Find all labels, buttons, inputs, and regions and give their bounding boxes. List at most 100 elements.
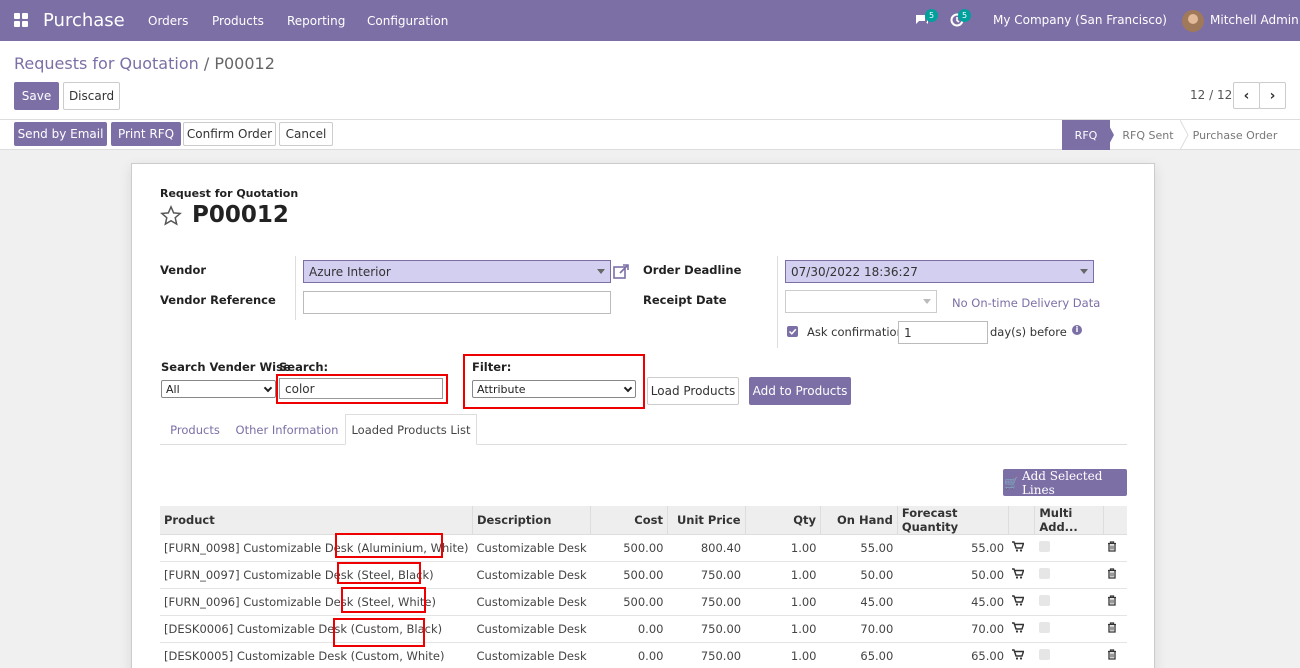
add-selected-lines-label: Add Selected Lines xyxy=(1021,468,1103,497)
activities-badge: 5 xyxy=(958,9,971,22)
load-products-button[interactable]: Load Products xyxy=(647,377,739,405)
menu-orders[interactable]: Orders xyxy=(148,14,188,28)
receipt-date-field[interactable] xyxy=(785,290,937,313)
pager-next-button[interactable]: › xyxy=(1259,82,1286,109)
multi-add-cell xyxy=(1034,642,1104,668)
info-icon[interactable]: i xyxy=(1072,325,1082,335)
confirm-order-button[interactable]: Confirm Order xyxy=(183,122,276,146)
cancel-button[interactable]: Cancel xyxy=(279,122,333,146)
table-row[interactable]: [DESK0005] Customizable Desk (Custom, Wh… xyxy=(160,642,1127,668)
vendor-reference-field[interactable] xyxy=(303,291,611,314)
trash-icon[interactable] xyxy=(1107,568,1117,579)
breadcrumb-parent[interactable]: Requests for Quotation xyxy=(14,54,199,73)
search-vendor-wise-value: All xyxy=(166,382,180,396)
cart-cell xyxy=(1008,534,1035,562)
column-header-cost[interactable]: Cost xyxy=(590,506,668,535)
stage-purchase-order[interactable]: Purchase Order xyxy=(1190,120,1280,150)
forecast-quantity-cell: 45.00 xyxy=(897,588,1009,616)
trash-icon[interactable] xyxy=(1107,622,1117,633)
cost-cell: 500.00 xyxy=(590,534,668,562)
order-deadline-field[interactable]: 07/30/2022 18:36:27 xyxy=(785,260,1094,283)
highlight-box xyxy=(333,618,425,647)
multi-add-checkbox[interactable] xyxy=(1038,622,1050,633)
multi-add-checkbox[interactable] xyxy=(1038,568,1050,579)
add-selected-lines-button[interactable]: 🛒 Add Selected Lines xyxy=(1003,468,1127,497)
menu-reporting[interactable]: Reporting xyxy=(287,14,345,28)
delete-cell xyxy=(1103,534,1127,562)
apps-menu-icon[interactable] xyxy=(14,13,28,27)
highlight-box xyxy=(341,587,426,613)
on-hand-cell: 55.00 xyxy=(820,534,898,562)
cart-icon[interactable] xyxy=(1012,649,1025,660)
cart-icon[interactable] xyxy=(1012,568,1025,579)
dropdown-caret-icon xyxy=(1080,269,1088,274)
tab-other-information[interactable]: Other Information xyxy=(232,414,342,445)
cart-icon[interactable] xyxy=(1012,541,1025,552)
stage-rfq-sent[interactable]: RFQ Sent xyxy=(1116,120,1180,150)
trash-icon[interactable] xyxy=(1107,595,1117,606)
multi-add-checkbox[interactable] xyxy=(1038,541,1050,552)
description-cell: Customizable Desk xyxy=(472,642,591,668)
search-vendor-wise-label: Search Vender Wise xyxy=(161,360,291,374)
trash-icon[interactable] xyxy=(1107,541,1117,552)
discard-button[interactable]: Discard xyxy=(63,82,120,110)
save-button[interactable]: Save xyxy=(14,82,59,110)
column-header-unit-price[interactable]: Unit Price xyxy=(667,506,746,535)
multi-add-checkbox[interactable] xyxy=(1038,649,1050,660)
print-rfq-button[interactable]: Print RFQ xyxy=(111,122,181,146)
user-avatar[interactable] xyxy=(1182,10,1204,32)
menu-configuration[interactable]: Configuration xyxy=(367,14,448,28)
send-by-email-button[interactable]: Send by Email xyxy=(14,122,107,146)
tab-loaded-products-list[interactable]: Loaded Products List xyxy=(345,414,477,445)
messages-badge: 5 xyxy=(925,9,938,22)
external-link-icon[interactable] xyxy=(613,263,630,280)
divider xyxy=(295,256,296,320)
star-icon[interactable] xyxy=(160,205,182,227)
column-header-on-hand[interactable]: On Hand xyxy=(820,506,898,535)
column-header-qty[interactable]: Qty xyxy=(745,506,822,535)
product-cell: [FURN_0097] Customizable Desk (Steel, Bl… xyxy=(160,561,473,589)
tab-products[interactable]: Products xyxy=(160,414,230,445)
dropdown-caret-icon xyxy=(597,269,605,274)
ask-confirmation-days-input[interactable]: 1 xyxy=(898,321,988,344)
ask-confirmation-checkbox[interactable] xyxy=(787,326,798,337)
table-row[interactable]: [FURN_0097] Customizable Desk (Steel, Bl… xyxy=(160,561,1127,589)
ask-confirmation-label: Ask confirmation xyxy=(807,325,904,339)
cart-icon: 🛒 xyxy=(1004,475,1019,490)
app-name[interactable]: Purchase xyxy=(43,10,125,31)
loaded-products-table: Product Description Cost Unit Price Qty … xyxy=(160,506,1127,668)
user-menu[interactable]: Mitchell Admin xyxy=(1210,13,1299,27)
cart-cell xyxy=(1008,615,1035,643)
forecast-quantity-cell: 65.00 xyxy=(897,642,1009,668)
menu-products[interactable]: Products xyxy=(212,14,264,28)
search-vendor-wise-select[interactable]: All xyxy=(161,380,276,398)
cart-icon[interactable] xyxy=(1012,595,1025,606)
forecast-quantity-cell: 50.00 xyxy=(897,561,1009,589)
highlight-box xyxy=(335,533,443,558)
cart-icon[interactable] xyxy=(1012,622,1025,633)
product-cell: [DESK0005] Customizable Desk (Custom, Wh… xyxy=(160,642,473,668)
column-header-description[interactable]: Description xyxy=(472,506,592,535)
table-header: Product Description Cost Unit Price Qty … xyxy=(160,506,1127,535)
vendor-field[interactable]: Azure Interior xyxy=(303,260,611,283)
table-row[interactable]: [FURN_0098] Customizable Desk (Aluminium… xyxy=(160,534,1127,562)
highlight-box xyxy=(337,562,421,584)
company-switcher[interactable]: My Company (San Francisco) xyxy=(993,13,1167,27)
add-to-products-button[interactable]: Add to Products xyxy=(749,377,851,405)
column-header-multi-add[interactable]: Multi Add... xyxy=(1034,506,1104,535)
column-header-forecast-quantity[interactable]: Forecast Quantity xyxy=(897,506,1009,535)
pager-previous-button[interactable]: ‹ xyxy=(1233,82,1260,109)
cost-cell: 500.00 xyxy=(590,561,668,589)
table-row[interactable]: [FURN_0096] Customizable Desk (Steel, Wh… xyxy=(160,588,1127,616)
stage-rfq[interactable]: RFQ xyxy=(1062,120,1110,150)
on-hand-cell: 50.00 xyxy=(820,561,898,589)
multi-add-checkbox[interactable] xyxy=(1038,595,1050,606)
forecast-quantity-cell: 55.00 xyxy=(897,534,1009,562)
top-navbar: Purchase Orders Products Reporting Confi… xyxy=(0,0,1300,41)
column-header-delete xyxy=(1103,506,1127,535)
table-row[interactable]: [DESK0006] Customizable Desk (Custom, Bl… xyxy=(160,615,1127,643)
column-header-product[interactable]: Product xyxy=(160,506,474,535)
trash-icon[interactable] xyxy=(1107,649,1117,660)
vendor-reference-label: Vendor Reference xyxy=(160,293,276,307)
receipt-date-label: Receipt Date xyxy=(643,293,727,307)
